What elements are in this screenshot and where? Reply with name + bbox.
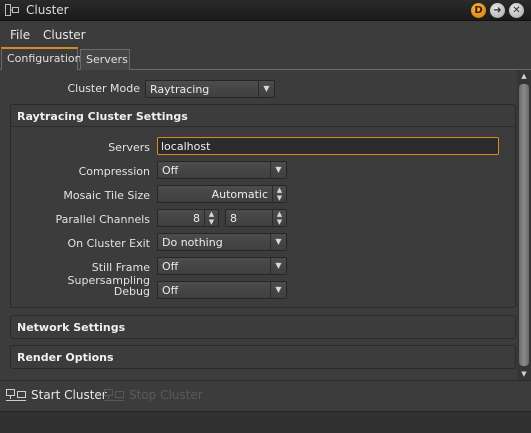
- mosaic-tile-size-label: Mosaic Tile Size: [63, 189, 150, 202]
- configuration-panel: Cluster Mode Raytracing ▼ Raytracing Clu…: [0, 70, 517, 380]
- spin-arrows-icon[interactable]: ▲ ▼: [204, 210, 218, 226]
- compression-label: Compression: [78, 165, 150, 178]
- forward-arrow-icon[interactable]: ➜: [490, 3, 505, 18]
- monitors-disabled-icon: [104, 389, 124, 401]
- monitors-icon: [6, 389, 26, 401]
- cluster-mode-value: Raytracing: [150, 83, 210, 96]
- start-cluster-label: Start Cluster: [31, 388, 107, 402]
- chevron-down-icon: ▼: [270, 258, 286, 274]
- render-options-group: Render Options: [10, 345, 516, 369]
- raytracing-settings-group: Raytracing Cluster Settings Servers loca…: [10, 104, 516, 308]
- mosaic-tile-size-value: Automatic: [211, 188, 268, 201]
- close-icon[interactable]: ✕: [509, 3, 524, 18]
- parallel-channels-a-value: 8: [193, 212, 200, 225]
- stop-cluster-label: Stop Cluster: [129, 388, 203, 402]
- raytracing-settings-header[interactable]: Raytracing Cluster Settings: [11, 105, 515, 127]
- compression-select[interactable]: Off ▼: [157, 161, 287, 179]
- scroll-up-icon[interactable]: ▲: [517, 70, 531, 82]
- render-options-header[interactable]: Render Options: [11, 346, 515, 368]
- still-frame-supersampling-label: Still Frame Supersampling: [67, 261, 150, 287]
- tab-configuration[interactable]: Configuration: [1, 47, 82, 71]
- servers-label: Servers: [108, 141, 150, 154]
- vertical-scrollbar[interactable]: ▲ ▼: [517, 70, 531, 380]
- bottom-strip: [0, 411, 531, 433]
- chevron-down-icon: ▼: [270, 234, 286, 250]
- d-badge-button[interactable]: D: [471, 3, 486, 18]
- parallel-channels-a-spinbox[interactable]: 8 ▲ ▼: [157, 209, 219, 227]
- start-cluster-button[interactable]: Start Cluster: [6, 388, 107, 402]
- servers-input[interactable]: localhost: [157, 137, 499, 155]
- on-cluster-exit-value: Do nothing: [162, 236, 223, 249]
- status-bar: Start Cluster Stop Cluster: [0, 380, 531, 411]
- on-cluster-exit-label: On Cluster Exit: [67, 237, 151, 250]
- parallel-channels-label: Parallel Channels: [55, 213, 150, 226]
- debug-label: Debug: [113, 285, 150, 298]
- still-frame-supersampling-select[interactable]: Off ▼: [157, 257, 287, 275]
- parallel-channels-b-value: 8: [230, 212, 237, 225]
- window-title: Cluster: [26, 3, 69, 17]
- debug-select[interactable]: Off ▼: [157, 281, 287, 299]
- chevron-down-icon: ▼: [270, 162, 286, 178]
- spin-arrows-icon[interactable]: ▲ ▼: [272, 186, 286, 202]
- cluster-mode-label: Cluster Mode: [67, 82, 140, 95]
- network-settings-group: Network Settings: [10, 315, 516, 339]
- on-cluster-exit-select[interactable]: Do nothing ▼: [157, 233, 287, 251]
- stop-cluster-button[interactable]: Stop Cluster: [104, 388, 203, 402]
- cluster-mode-select[interactable]: Raytracing ▼: [145, 80, 275, 98]
- window-icon: [5, 4, 19, 16]
- compression-value: Off: [162, 164, 179, 177]
- menu-file[interactable]: File: [10, 28, 30, 42]
- menu-cluster[interactable]: Cluster: [43, 28, 86, 42]
- still-frame-supersampling-value: Off: [162, 260, 179, 273]
- chevron-down-icon: ▼: [258, 81, 274, 97]
- debug-value: Off: [162, 284, 179, 297]
- window-titlebar: Cluster D ➜ ✕: [0, 0, 531, 21]
- servers-value: localhost: [161, 140, 211, 153]
- chevron-down-icon: ▼: [270, 282, 286, 298]
- tab-bar: Configuration Servers: [0, 47, 531, 71]
- scroll-thumb[interactable]: [519, 84, 529, 366]
- menu-bar: File Cluster: [0, 22, 531, 46]
- scroll-down-icon[interactable]: ▼: [517, 368, 531, 380]
- tab-servers[interactable]: Servers: [80, 49, 130, 70]
- spin-arrows-icon[interactable]: ▲ ▼: [272, 210, 286, 226]
- parallel-channels-b-spinbox[interactable]: 8 ▲ ▼: [225, 209, 287, 227]
- mosaic-tile-size-spinbox[interactable]: Automatic ▲ ▼: [157, 185, 287, 203]
- network-settings-header[interactable]: Network Settings: [11, 316, 515, 338]
